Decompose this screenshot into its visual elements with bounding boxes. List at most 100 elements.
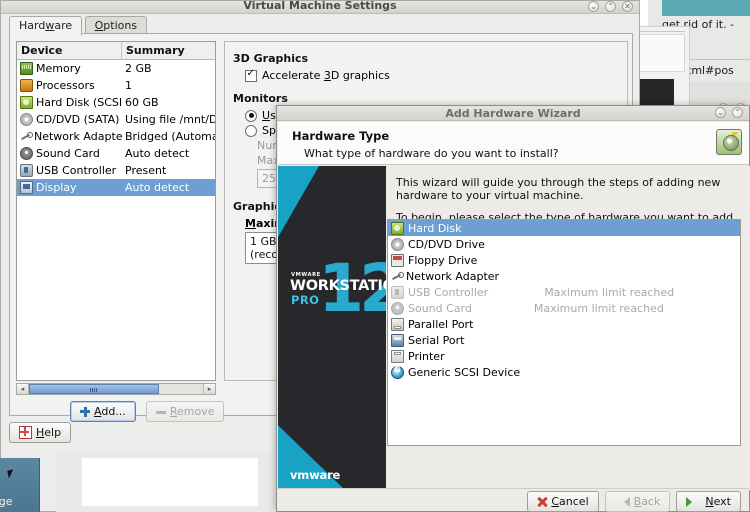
- printer-icon: [391, 349, 404, 363]
- device-summary: Auto detect: [125, 147, 190, 160]
- accelerate-3d-checkbox[interactable]: [245, 68, 257, 82]
- list-item-label: Floppy Drive: [408, 253, 478, 267]
- next-button[interactable]: Next: [676, 491, 741, 512]
- hardware-type-list[interactable]: Hard Disk CD/DVD Drive Floppy Drive Netw…: [387, 219, 741, 446]
- device-name: Hard Disk (SCSI): [36, 96, 122, 109]
- accelerate-3d-row[interactable]: Accelerate 3D graphics: [245, 68, 619, 82]
- arrow-right-icon: [686, 496, 701, 507]
- scroll-right-icon[interactable]: ▸: [203, 384, 215, 394]
- remove-button-label: Remove: [169, 405, 215, 418]
- wizard-header-subtitle: What type of hardware do you want to ins…: [304, 147, 559, 160]
- cancel-button[interactable]: Cancel: [527, 491, 599, 512]
- browser-tab-strip: [662, 0, 750, 16]
- list-item-label: CD/DVD Drive: [408, 237, 485, 251]
- table-row[interactable]: Network Adapter Bridged (Automatic): [17, 128, 215, 145]
- close-icon: [537, 497, 547, 507]
- banner-dark-shape: [278, 166, 386, 490]
- scrollbar-thumb[interactable]: [29, 384, 159, 394]
- device-summary: Bridged (Automatic): [125, 130, 215, 143]
- list-item-label: Generic SCSI Device: [408, 365, 521, 379]
- device-summary: 1: [125, 79, 132, 92]
- close-icon[interactable]: ✕: [622, 1, 633, 12]
- list-item-floppy-drive[interactable]: Floppy Drive: [388, 252, 740, 268]
- processor-icon: [20, 79, 33, 92]
- cd-dvd-icon: [391, 237, 404, 251]
- back-button[interactable]: Back: [604, 491, 671, 512]
- wizard-title: Add Hardware Wizard: [445, 107, 581, 120]
- minimize-icon[interactable]: ⌄: [715, 107, 726, 118]
- device-name: CD/DVD (SATA): [36, 113, 120, 126]
- maximize-icon[interactable]: ⌃: [732, 107, 743, 118]
- list-item-generic-scsi-device[interactable]: Generic SCSI Device: [388, 364, 740, 380]
- floppy-icon: [391, 253, 404, 267]
- device-list[interactable]: Device Summary Memory 2 GB Processors 1 …: [16, 41, 216, 381]
- device-summary: Auto detect: [125, 181, 190, 194]
- device-list-header: Device Summary: [17, 42, 215, 60]
- wizard-titlebar[interactable]: Add Hardware Wizard ⌄ ⌃: [277, 106, 749, 121]
- help-button[interactable]: Help: [9, 422, 72, 443]
- parallel-port-icon: [391, 317, 404, 331]
- list-item-label: Printer: [408, 349, 445, 363]
- minimize-icon[interactable]: ⌄: [588, 1, 599, 12]
- section-monitors: Monitors: [233, 92, 288, 105]
- specify-radio[interactable]: [245, 124, 257, 137]
- table-row-selected[interactable]: Display Auto detect: [17, 179, 215, 196]
- settings-tabs[interactable]: Hardware Options: [9, 16, 148, 36]
- list-item-hard-disk[interactable]: Hard Disk: [388, 220, 740, 236]
- wizard-header: Hardware Type What type of hardware do y…: [278, 122, 749, 165]
- list-item-serial-port[interactable]: Serial Port: [388, 332, 740, 348]
- help-button-label: Help: [36, 426, 62, 439]
- list-item-parallel-port[interactable]: Parallel Port: [388, 316, 740, 332]
- device-name: Memory: [36, 62, 81, 75]
- table-row[interactable]: Hard Disk (SCSI) 60 GB: [17, 94, 215, 111]
- arrow-left-icon: [615, 496, 630, 507]
- generic-scsi-icon: [391, 365, 404, 379]
- column-header-device: Device: [17, 42, 122, 59]
- device-name: Network Adapter: [34, 130, 122, 143]
- remove-button[interactable]: Remove: [145, 401, 225, 422]
- use-host-radio[interactable]: [245, 109, 257, 122]
- vm-window-controls[interactable]: ⌄ ⌃ ✕: [588, 1, 633, 12]
- vmware-banner: 12 VMWARE WORKSTATION® PRO vmware: [278, 166, 386, 490]
- hard-disk-icon: [391, 221, 404, 235]
- vmware-logo: vmware: [290, 468, 341, 482]
- usb-controller-icon: [20, 164, 33, 177]
- plus-icon: [80, 406, 90, 417]
- table-row[interactable]: USB Controller Present: [17, 162, 215, 179]
- add-button[interactable]: Add...: [70, 401, 136, 422]
- table-row[interactable]: CD/DVD (SATA) Using file /mnt/DVD: [17, 111, 215, 128]
- device-list-horizontal-scrollbar[interactable]: ◂ ▸: [16, 383, 216, 395]
- add-button-label: Add...: [94, 405, 126, 418]
- table-row[interactable]: Memory 2 GB: [17, 60, 215, 77]
- list-item-network-adapter[interactable]: Network Adapter: [388, 268, 740, 284]
- vm-settings-title: Virtual Machine Settings: [243, 0, 397, 12]
- list-item-cd-dvd-drive[interactable]: CD/DVD Drive: [388, 236, 740, 252]
- banner-edition: PRO: [291, 293, 320, 307]
- list-item-usb-controller: USB Controller Maximum limit reached: [388, 284, 740, 300]
- scroll-left-icon[interactable]: ◂: [17, 384, 29, 394]
- display-icon: [20, 181, 33, 194]
- tab-hardware[interactable]: Hardware: [9, 16, 83, 36]
- hard-disk-icon: [716, 129, 742, 155]
- list-item-sound-card: Sound Card Maximum limit reached: [388, 300, 740, 316]
- wizard-header-title: Hardware Type: [292, 129, 390, 143]
- cursor-icon: [7, 469, 15, 479]
- wizard-paragraph-1: This wizard will guide you through the s…: [396, 176, 721, 202]
- wizard-window-controls[interactable]: ⌄ ⌃: [715, 107, 743, 118]
- list-item-label: Network Adapter: [406, 269, 500, 283]
- wizard-footer: Cancel Back Next: [278, 488, 749, 512]
- list-item-note: Maximum limit reached: [533, 301, 664, 315]
- table-row[interactable]: Processors 1: [17, 77, 215, 94]
- list-item-printer[interactable]: Printer: [388, 348, 740, 364]
- help-icon: [19, 426, 32, 439]
- table-row[interactable]: Sound Card Auto detect: [17, 145, 215, 162]
- usb-controller-icon: [391, 285, 404, 299]
- pencil-accent-icon: [732, 132, 739, 139]
- banner-product-name: WORKSTATION®: [290, 278, 386, 294]
- list-item-note: Maximum limit reached: [544, 285, 675, 299]
- memory-icon: [20, 62, 33, 75]
- network-adapter-icon: [391, 271, 404, 282]
- vm-settings-titlebar[interactable]: Virtual Machine Settings ⌄ ⌃ ✕: [1, 0, 639, 14]
- device-name: Processors: [36, 79, 95, 92]
- maximize-icon[interactable]: ⌃: [605, 1, 616, 12]
